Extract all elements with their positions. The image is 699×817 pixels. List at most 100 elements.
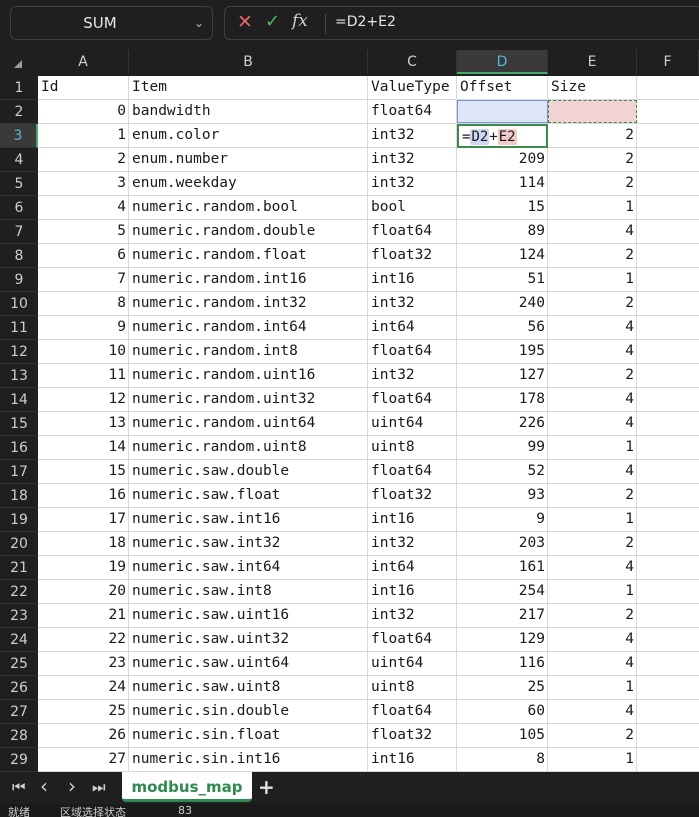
row-header-16[interactable]: 16 <box>0 436 38 460</box>
row-header-6[interactable]: 6 <box>0 196 38 220</box>
row-header-14[interactable]: 14 <box>0 388 38 412</box>
cell-valuetype[interactable]: float64 <box>368 220 457 243</box>
cell-valuetype[interactable]: float32 <box>368 244 457 267</box>
row-header-9[interactable]: 9 <box>0 268 38 292</box>
cell-size[interactable]: 2 <box>548 172 637 195</box>
cell-item[interactable]: numeric.saw.uint32 <box>129 628 368 651</box>
cell-item[interactable]: numeric.saw.float <box>129 484 368 507</box>
cell-valuetype[interactable]: int32 <box>368 124 457 147</box>
cell-item[interactable]: numeric.sin.float <box>129 724 368 747</box>
cell-valuetype[interactable]: uint8 <box>368 676 457 699</box>
cell-item[interactable]: numeric.saw.int64 <box>129 556 368 579</box>
cell-size[interactable]: 1 <box>548 676 637 699</box>
row-header-19[interactable]: 19 <box>0 508 38 532</box>
cell-d3-editor[interactable]: =D2+E2 <box>457 124 548 148</box>
cell-valuetype[interactable]: uint64 <box>368 652 457 675</box>
worksheet-grid[interactable]: Id Item ValueType Offset Size 0 bandwidth float… <box>38 76 699 772</box>
cell-offset[interactable]: 99 <box>457 436 548 459</box>
cell-valuetype[interactable]: uint64 <box>368 412 457 435</box>
row-header-13[interactable]: 13 <box>0 364 38 388</box>
cell-size[interactable]: 4 <box>548 340 637 363</box>
cell-offset[interactable]: 93 <box>457 484 548 507</box>
cell-item[interactable]: enum.number <box>129 148 368 171</box>
cell-size[interactable]: 2 <box>548 148 637 171</box>
header-cell-valuetype[interactable]: ValueType <box>368 76 457 99</box>
cell-valuetype[interactable]: int32 <box>368 148 457 171</box>
cell-valuetype[interactable]: int32 <box>368 292 457 315</box>
cell-valuetype[interactable]: float64 <box>368 460 457 483</box>
cell-id[interactable]: 26 <box>38 724 129 747</box>
cell-id[interactable]: 23 <box>38 652 129 675</box>
add-sheet-icon[interactable]: + <box>258 775 275 799</box>
cell-item[interactable]: numeric.random.uint32 <box>129 388 368 411</box>
cell-size[interactable]: 4 <box>548 700 637 723</box>
select-all-icon[interactable] <box>14 60 22 68</box>
cell-offset[interactable]: 127 <box>457 364 548 387</box>
cell-offset[interactable]: 129 <box>457 628 548 651</box>
cell-id[interactable]: 13 <box>38 412 129 435</box>
cell-offset[interactable]: 15 <box>457 196 548 219</box>
cell-id[interactable]: 22 <box>38 628 129 651</box>
cell-item[interactable]: numeric.random.bool <box>129 196 368 219</box>
cell-size[interactable]: 2 <box>548 604 637 627</box>
cell-offset[interactable]: 226 <box>457 412 548 435</box>
cell-offset[interactable]: 209 <box>457 148 548 171</box>
row-header-2[interactable]: 2 <box>0 100 38 124</box>
cell-size[interactable]: 2 <box>548 244 637 267</box>
cell-offset[interactable]: 195 <box>457 340 548 363</box>
cell-valuetype[interactable]: float64 <box>368 628 457 651</box>
cell-valuetype[interactable]: int32 <box>368 364 457 387</box>
row-header-21[interactable]: 21 <box>0 556 38 580</box>
row-header-20[interactable]: 20 <box>0 532 38 556</box>
row-header-5[interactable]: 5 <box>0 172 38 196</box>
cell-id[interactable]: 19 <box>38 556 129 579</box>
cell-offset[interactable]: 51 <box>457 268 548 291</box>
cell-id[interactable]: 17 <box>38 508 129 531</box>
cell-size[interactable]: 1 <box>548 436 637 459</box>
cell-item[interactable]: numeric.sin.int16 <box>129 748 368 771</box>
cell-valuetype[interactable]: float32 <box>368 484 457 507</box>
column-header-e[interactable]: E <box>548 50 637 74</box>
cell-offset[interactable]: 254 <box>457 580 548 603</box>
confirm-icon[interactable]: ✓ <box>265 11 280 32</box>
cell-offset[interactable]: 217 <box>457 604 548 627</box>
row-header-17[interactable]: 17 <box>0 460 38 484</box>
row-header-15[interactable]: 15 <box>0 412 38 436</box>
row-header-8[interactable]: 8 <box>0 244 38 268</box>
cell-size[interactable]: 2 <box>548 124 637 147</box>
cell-size[interactable]: 1 <box>548 748 637 771</box>
cell-size[interactable]: 1 <box>548 268 637 291</box>
cell-offset[interactable]: 240 <box>457 292 548 315</box>
cell-valuetype[interactable]: int64 <box>368 316 457 339</box>
previous-sheet-icon[interactable]: ‹ <box>40 774 48 798</box>
formula-input-box[interactable]: ✕ ✓ fx =D2+E2 <box>224 6 699 40</box>
cell-id[interactable]: 14 <box>38 436 129 459</box>
row-header-7[interactable]: 7 <box>0 220 38 244</box>
header-cell-offset[interactable]: Offset <box>457 76 548 99</box>
row-header-27[interactable]: 27 <box>0 700 38 724</box>
cell-valuetype[interactable]: float64 <box>368 700 457 723</box>
cell-id[interactable]: 18 <box>38 532 129 555</box>
cell-valuetype[interactable]: int64 <box>368 556 457 579</box>
cell-item[interactable]: numeric.random.float <box>129 244 368 267</box>
cell-size[interactable]: 4 <box>548 220 637 243</box>
cell-size[interactable]: 2 <box>548 364 637 387</box>
row-header-3[interactable]: 3 <box>0 124 38 148</box>
cell-id[interactable]: 5 <box>38 220 129 243</box>
cell-item[interactable]: numeric.random.int16 <box>129 268 368 291</box>
select-all-corner[interactable] <box>0 50 38 74</box>
column-header-a[interactable]: A <box>38 50 129 74</box>
formula-input[interactable]: =D2+E2 <box>335 14 396 30</box>
cell-offset[interactable]: 124 <box>457 244 548 267</box>
column-header-f[interactable]: F <box>637 50 699 74</box>
row-header-26[interactable]: 26 <box>0 676 38 700</box>
row-header-11[interactable]: 11 <box>0 316 38 340</box>
cell-item[interactable]: numeric.random.uint64 <box>129 412 368 435</box>
cell-valuetype[interactable]: float64 <box>368 340 457 363</box>
cell-id[interactable]: 11 <box>38 364 129 387</box>
cancel-icon[interactable]: ✕ <box>237 11 253 33</box>
cell-size[interactable]: 4 <box>548 628 637 651</box>
column-header-b[interactable]: B <box>129 50 368 74</box>
cell-id[interactable]: 1 <box>38 124 129 147</box>
cell-id[interactable]: 6 <box>38 244 129 267</box>
